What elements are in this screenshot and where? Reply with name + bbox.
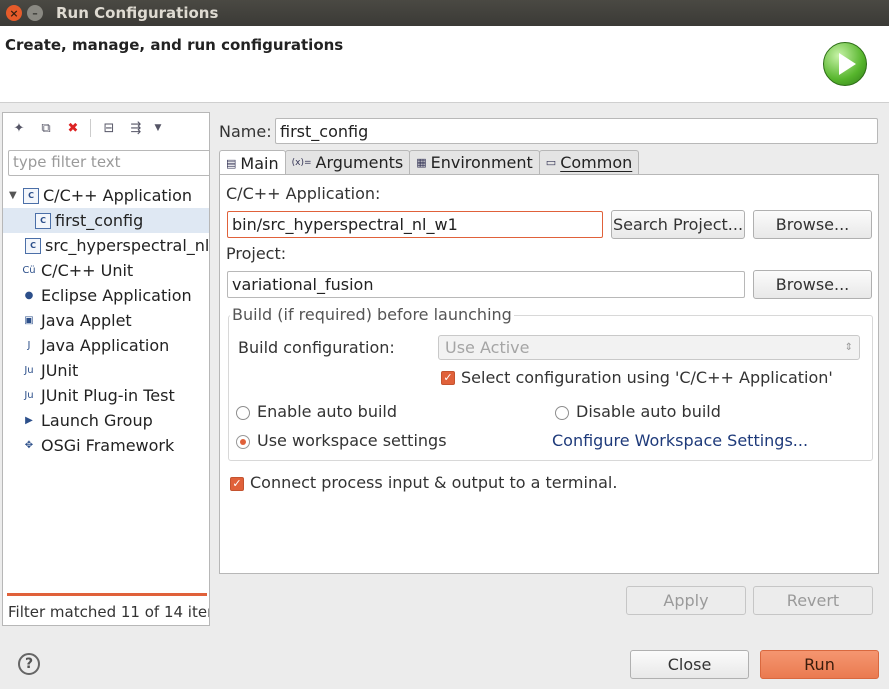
disable-auto-build-radio[interactable] (555, 406, 569, 420)
tree-item[interactable]: Ju JUnit (3, 358, 209, 383)
run-button[interactable]: Run (760, 650, 879, 679)
tree-item[interactable]: ▶ Launch Group (3, 408, 209, 433)
tree-item-label: Java Application (41, 336, 170, 355)
project-label: Project: (226, 244, 287, 263)
cpp-config-icon: C (25, 237, 41, 254)
build-config-label: Build configuration: (238, 338, 395, 357)
delete-config-icon[interactable]: ✖ (63, 118, 83, 138)
search-project-button[interactable]: Search Project... (611, 210, 745, 239)
filter-input[interactable]: type filter text (8, 150, 209, 176)
configure-workspace-link[interactable]: Configure Workspace Settings... (552, 431, 808, 450)
window-title: Run Configurations (56, 4, 219, 22)
name-label: Name: (219, 122, 272, 141)
tree-item[interactable]: ▼ C C/C++ Application (3, 183, 209, 208)
configuration-editor: Name: ▤Main (x)=Arguments ▦Environment ▭… (216, 112, 889, 626)
select-arrows-icon: ⇕ (844, 342, 853, 353)
tab-strip: ▤ Main (x)= Arguments ▦ Environment ▭ Common (219, 150, 640, 175)
junit-plugin-icon: Ju (24, 390, 34, 401)
environment-tab-icon: ▦ (416, 156, 427, 169)
title-bar: × – Run Configurations (0, 0, 889, 26)
application-label: C/C++ Application: (226, 184, 381, 203)
enable-auto-build-radio[interactable] (236, 406, 250, 420)
tree-item[interactable]: Csrc_hyperspectral_nl_w1 (3, 233, 210, 258)
close-button[interactable]: Close (630, 650, 749, 679)
tab-arguments-label: Arguments (315, 153, 404, 172)
tree-item[interactable]: Cfirst_config (3, 208, 209, 233)
build-config-value: Use Active (445, 338, 530, 357)
new-config-icon[interactable]: ✦ (9, 118, 29, 138)
connect-terminal-label: Connect process input & output to a term… (250, 473, 618, 492)
tab-common-label: Common (560, 153, 633, 172)
tree-item-label: Launch Group (41, 411, 153, 430)
tree-item-label: JUnit Plug-in Test (41, 386, 175, 405)
tab-environment[interactable]: ▦ Environment (409, 150, 540, 174)
chevron-down-icon[interactable]: ▼ (148, 118, 168, 138)
window-close-button[interactable]: × (6, 5, 22, 21)
configuration-tree-panel: ✦ ⧉ ✖ ⊟ ⇶ ▼ type filter text ▼ C C/C++ App… (2, 112, 210, 626)
use-workspace-radio[interactable] (236, 435, 250, 449)
tree-item[interactable]: ● Eclipse Application (3, 283, 209, 308)
tree-item-label: first_config (55, 211, 144, 230)
tree-item[interactable]: Cü C/C++ Unit (3, 258, 209, 283)
toolbar-separator (90, 119, 91, 137)
tree-item[interactable]: J Java Application (3, 333, 209, 358)
configuration-tree: ▼ C C/C++ Application Cfirst_config Csrc_hyp… (3, 183, 210, 458)
revert-button[interactable]: Revert (753, 586, 873, 615)
help-icon[interactable]: ? (18, 653, 40, 675)
tree-item[interactable]: ✥ OSGi Framework (3, 433, 209, 458)
cpp-config-icon: C (35, 212, 51, 229)
name-input[interactable] (275, 118, 878, 144)
tree-toolbar: ✦ ⧉ ✖ ⊟ ⇶ ▼ (9, 118, 175, 138)
tree-item-label: C/C++ Application (43, 186, 193, 205)
apply-button[interactable]: Apply (626, 586, 746, 615)
build-config-select[interactable]: Use Active ⇕ (438, 335, 860, 360)
use-workspace-label: Use workspace settings (257, 431, 447, 450)
tree-item-label: src_hyperspectral_nl_w1 (45, 236, 210, 255)
connect-terminal-checkbox[interactable]: ✓ (230, 477, 244, 491)
cpp-unit-icon: Cü (22, 265, 36, 276)
tab-main-label: Main (240, 153, 279, 173)
collapse-all-icon[interactable]: ⊟ (99, 118, 119, 138)
tab-environment-label: Environment (430, 153, 533, 172)
java-applet-icon: ▣ (24, 315, 34, 326)
select-config-checkbox[interactable]: ✓ (441, 371, 455, 385)
run-banner-icon (823, 42, 867, 86)
disable-auto-build-label: Disable auto build (576, 402, 721, 421)
arguments-tab-icon: (x)= (291, 157, 312, 168)
filter-status: Filter matched 11 of 14 items (8, 603, 210, 621)
horizontal-scrollbar[interactable] (7, 593, 207, 596)
expand-toggle-icon[interactable]: ▼ (9, 190, 19, 201)
cpp-app-icon: C (23, 187, 39, 204)
main-tab-content: C/C++ Application: Search Project... Bro… (219, 174, 879, 574)
browse-application-button[interactable]: Browse... (753, 210, 872, 239)
tree-item[interactable]: Ju JUnit Plug-in Test (3, 383, 209, 408)
dialog-banner: Create, manage, and run configurations (0, 26, 889, 103)
filter-config-icon[interactable]: ⇶ (126, 118, 146, 138)
tree-item-label: Java Applet (41, 311, 132, 330)
tree-item[interactable]: ▣ Java Applet (3, 308, 209, 333)
window-minimize-button[interactable]: – (27, 5, 43, 21)
tab-arguments[interactable]: (x)= Arguments (284, 150, 411, 174)
common-tab-icon: ▭ (545, 156, 557, 169)
enable-auto-build-label: Enable auto build (257, 402, 398, 421)
osgi-icon: ✥ (24, 440, 34, 451)
tab-main[interactable]: ▤ Main (219, 150, 286, 175)
tree-item-label: Eclipse Application (41, 286, 192, 305)
browse-project-button[interactable]: Browse... (753, 270, 872, 299)
project-input[interactable] (227, 271, 745, 298)
duplicate-config-icon[interactable]: ⧉ (36, 118, 56, 138)
java-app-icon: J (27, 340, 31, 351)
eclipse-icon: ● (24, 290, 34, 301)
select-config-label: Select configuration using 'C/C++ Applic… (461, 368, 833, 387)
launch-group-icon: ▶ (25, 415, 33, 426)
banner-title: Create, manage, and run configurations (5, 36, 344, 54)
build-group-title: Build (if required) before launching (230, 305, 514, 324)
junit-icon: Ju (24, 365, 34, 376)
tree-item-label: JUnit (41, 361, 79, 380)
tree-item-label: OSGi Framework (41, 436, 175, 455)
application-input[interactable] (227, 211, 603, 238)
main-tab-icon: ▤ (226, 156, 237, 170)
tab-common[interactable]: ▭ Common (538, 150, 640, 174)
tree-item-label: C/C++ Unit (41, 261, 134, 280)
